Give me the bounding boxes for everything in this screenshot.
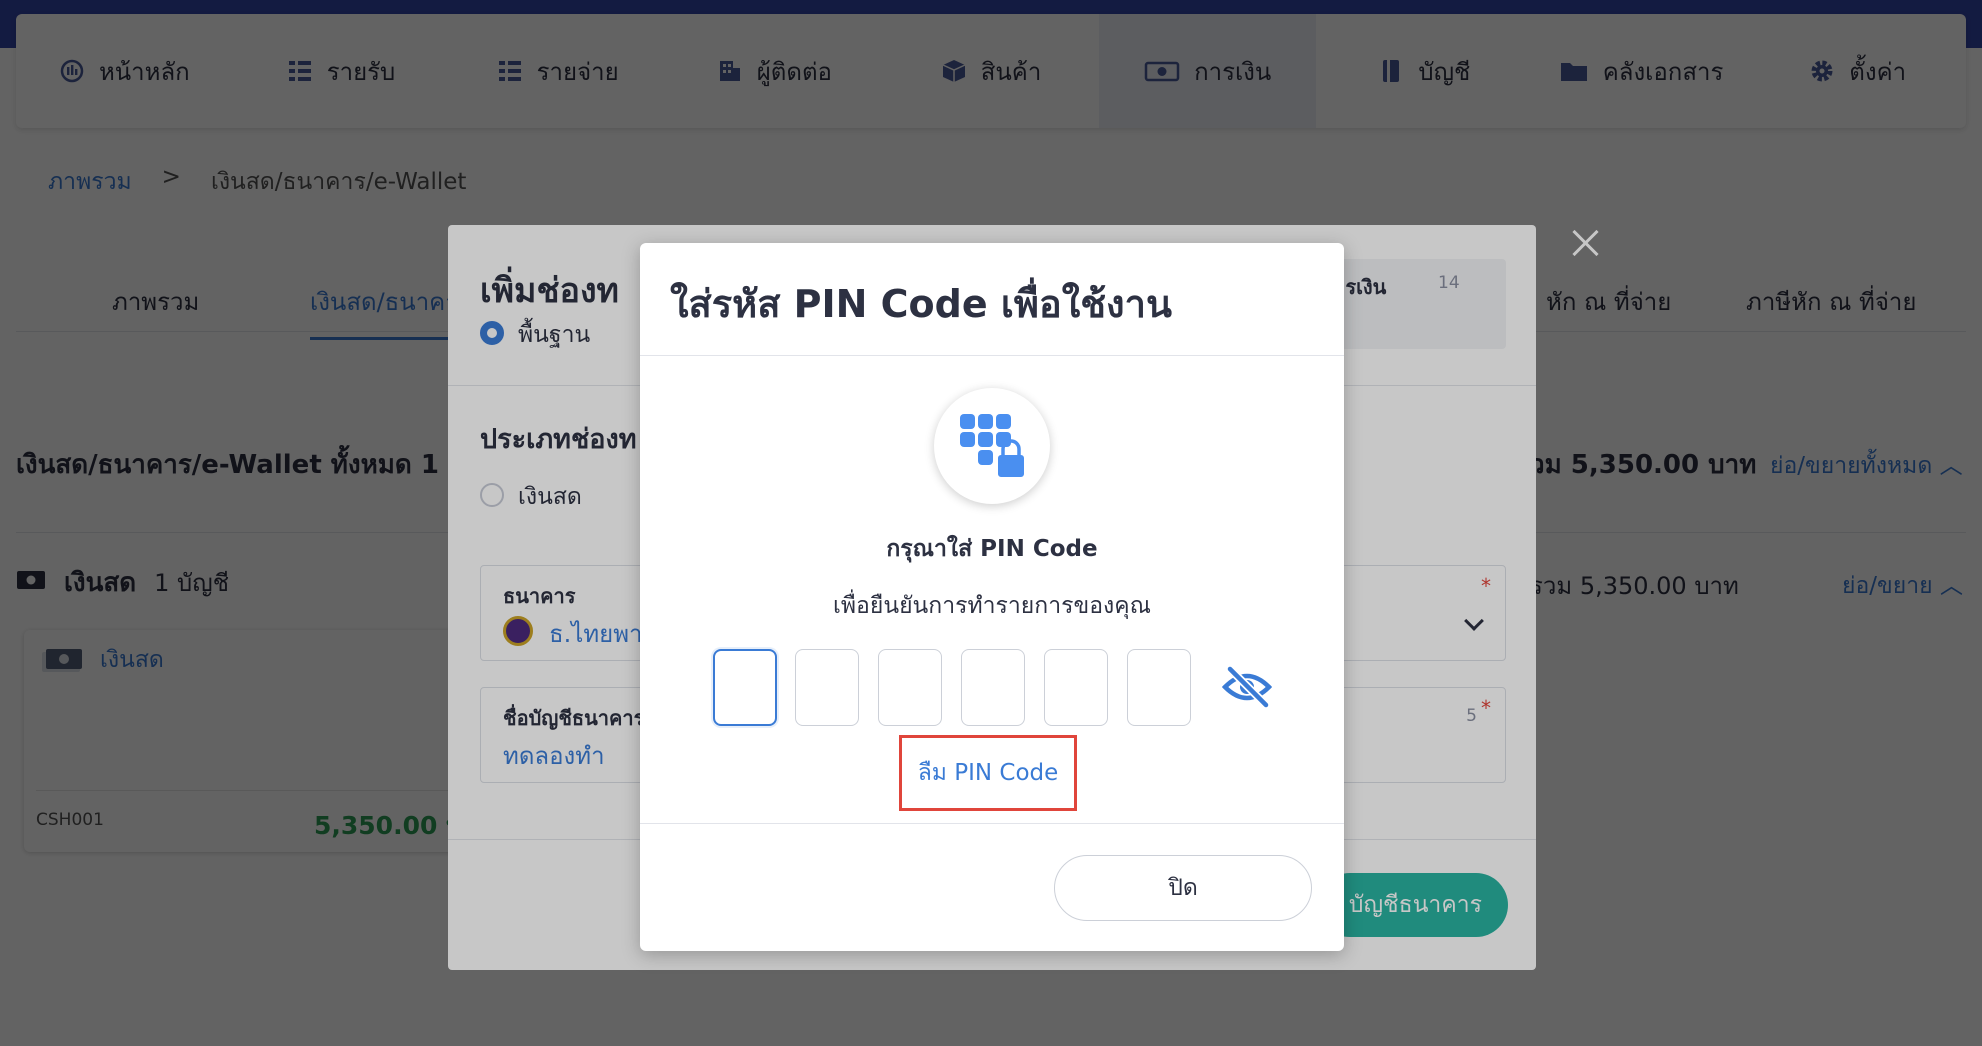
pin-prompt: กรุณาใส่ PIN Code [886, 536, 1098, 562]
divider [640, 355, 1344, 356]
forgot-pin-link[interactable]: ลืม PIN Code [899, 735, 1077, 811]
pin-digit-input-5[interactable] [1044, 649, 1108, 726]
pin-digit-input-3[interactable] [878, 649, 942, 726]
eye-slash-icon[interactable] [1221, 665, 1273, 709]
pin-digit-input-6[interactable] [1127, 649, 1191, 726]
pin-modal-title: ใส่รหัส PIN Code เพื่อใช้งาน [670, 282, 1172, 326]
pin-digit-input-1[interactable] [713, 649, 777, 726]
pin-description: เพื่อยืนยันการทำรายการของคุณ [833, 593, 1151, 619]
pin-digit-input-2[interactable] [795, 649, 859, 726]
divider [640, 823, 1344, 824]
pin-code-modal: ใส่รหัส PIN Code เพื่อใช้งาน กรุณาใส่ PI… [640, 243, 1344, 951]
close-button[interactable]: ปิด [1054, 855, 1312, 921]
keypad-lock-icon [934, 388, 1050, 504]
forgot-pin-label: ลืม PIN Code [917, 760, 1059, 786]
pin-digit-input-4[interactable] [961, 649, 1025, 726]
